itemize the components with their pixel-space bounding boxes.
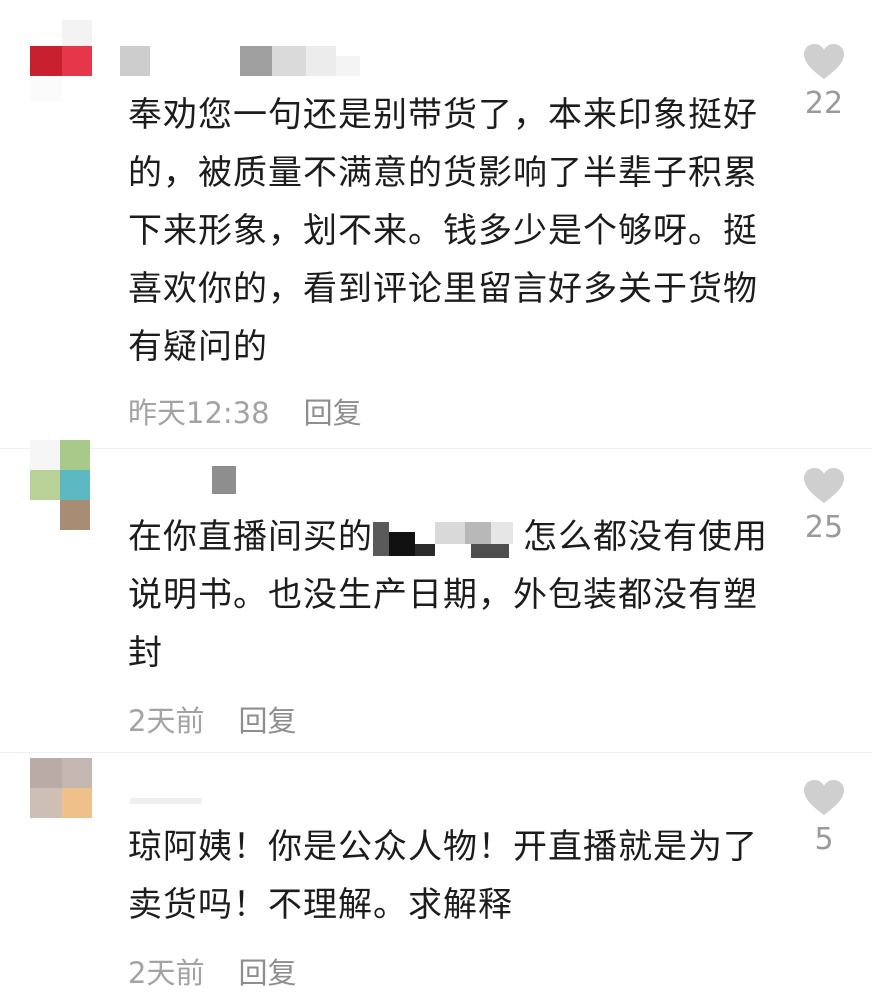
like-button[interactable]: 5	[792, 780, 856, 857]
comment-meta: 2天前 回复	[128, 950, 296, 992]
heart-icon	[804, 780, 844, 815]
comment-item: 琼阿姨！你是公众人物！开直播就是为了卖货吗！不理解。求解释 2天前 回复 5	[0, 0, 872, 1000]
like-count: 5	[814, 822, 834, 857]
comment-text: 琼阿姨！你是公众人物！开直播就是为了卖货吗！不理解。求解释	[128, 827, 758, 925]
reply-button[interactable]: 回复	[238, 956, 296, 990]
comment-time: 2天前	[128, 956, 205, 990]
avatar[interactable]	[30, 758, 92, 850]
